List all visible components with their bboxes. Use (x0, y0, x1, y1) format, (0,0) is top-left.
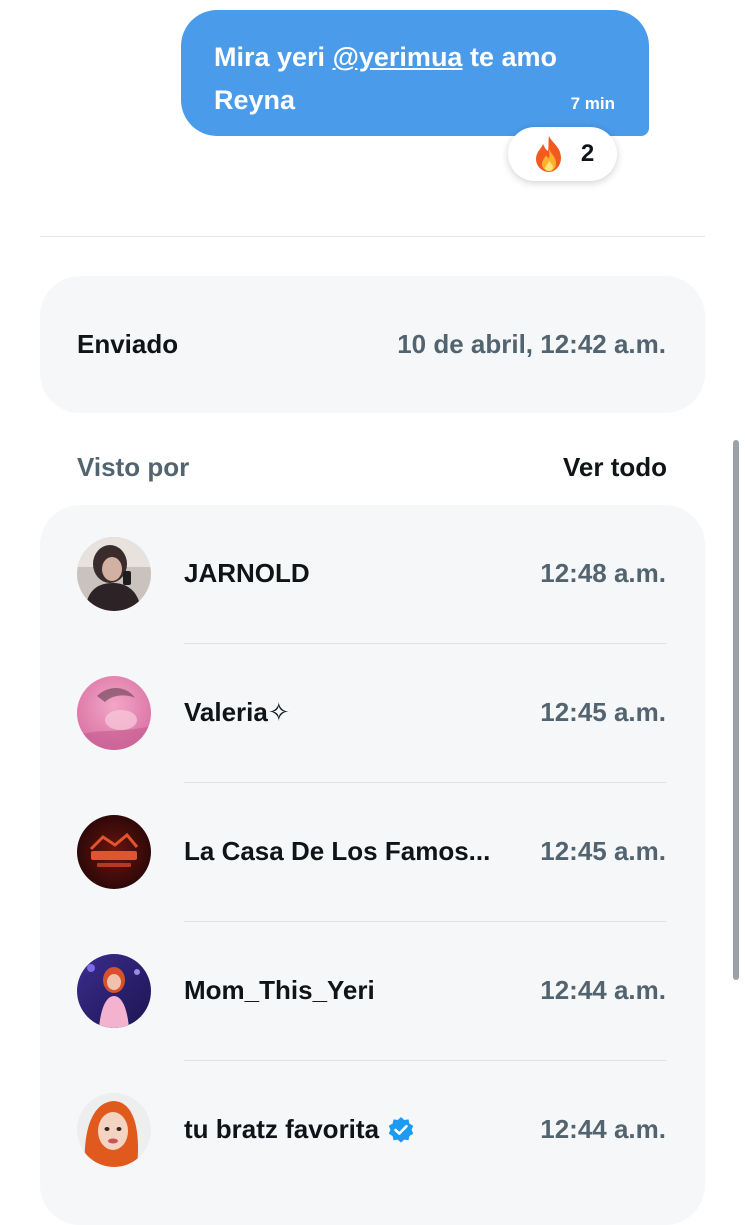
viewer-name[interactable]: La Casa De Los Famos... (184, 836, 490, 867)
seen-by-header: Visto por Ver todo (77, 452, 667, 484)
viewer-name-text: Mom_This_Yeri (184, 975, 375, 1005)
seen-by-label: Visto por (77, 452, 190, 482)
see-all-link[interactable]: Ver todo (563, 452, 667, 483)
viewer-name[interactable]: Valeria✧ (184, 697, 290, 728)
reaction-pill[interactable]: 2 (508, 127, 617, 181)
avatar[interactable] (77, 815, 151, 889)
scrollbar[interactable] (733, 440, 739, 980)
avatar[interactable] (77, 1093, 151, 1167)
seen-by-row[interactable]: Mom_This_Yeri 12:44 a.m. (40, 922, 705, 1061)
sent-timestamp: 10 de abril, 12:42 a.m. (397, 329, 666, 359)
viewer-name-text: La Casa De Los Famos... (184, 836, 491, 866)
seen-by-row[interactable]: JARNOLD 12:48 a.m. (40, 505, 705, 644)
avatar-photo-stage-icon (77, 954, 151, 1028)
avatar[interactable] (77, 676, 151, 750)
verified-badge-icon (388, 1116, 414, 1143)
avatar[interactable] (77, 954, 151, 1028)
message-bubble[interactable]: Mira yeri @yerimua te amo Reyna 7 min (181, 10, 649, 136)
viewer-time: 12:44 a.m. (540, 1114, 666, 1144)
message-text-before: Mira yeri (214, 42, 333, 72)
viewer-name-text: JARNOLD (184, 558, 310, 588)
seen-by-list: JARNOLD 12:48 a.m. Valeria✧ 12:45 a.m. L… (40, 505, 705, 1225)
viewer-name-text: Valeria✧ (184, 697, 290, 727)
fire-icon (535, 136, 561, 172)
seen-by-row[interactable]: Valeria✧ 12:45 a.m. (40, 644, 705, 783)
viewer-time: 12:45 a.m. (540, 836, 666, 866)
seen-by-row[interactable]: La Casa De Los Famos... 12:45 a.m. (40, 783, 705, 922)
avatar-logo-red-icon (77, 815, 151, 889)
viewer-name[interactable]: tu bratz favorita (184, 1114, 415, 1145)
avatar-photo-pink-icon (77, 676, 151, 750)
sent-label: Enviado (77, 329, 179, 359)
viewer-time: 12:44 a.m. (540, 975, 666, 1005)
divider (40, 236, 705, 237)
message-time: 7 min (570, 94, 615, 113)
avatar-photo-orange-hair-icon (77, 1093, 151, 1167)
sent-info-card: Enviado 10 de abril, 12:42 a.m. (40, 276, 705, 413)
seen-by-row[interactable]: tu bratz favorita 12:44 a.m. (40, 1061, 705, 1200)
mention-link[interactable]: @yerimua (333, 42, 463, 72)
reaction-count: 2 (580, 140, 595, 167)
viewer-name-text: tu bratz favorita (184, 1114, 380, 1144)
avatar-photo-dark-icon (77, 537, 151, 611)
viewer-time: 12:45 a.m. (540, 697, 666, 727)
viewer-name[interactable]: Mom_This_Yeri (184, 975, 375, 1006)
viewer-name[interactable]: JARNOLD (184, 558, 310, 589)
viewer-time: 12:48 a.m. (540, 558, 666, 588)
avatar[interactable] (77, 537, 151, 611)
